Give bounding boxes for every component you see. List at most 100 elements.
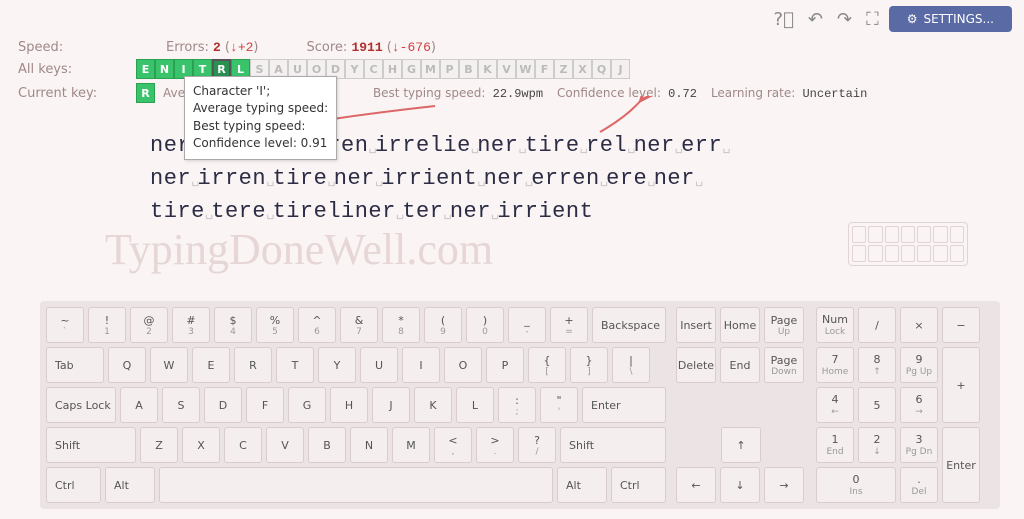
key-num7[interactable]: 7Home bbox=[816, 347, 854, 383]
key-punct[interactable]: :; bbox=[498, 387, 536, 423]
key-ctrl[interactable]: Ctrl bbox=[46, 467, 101, 503]
key-N[interactable]: N bbox=[350, 427, 388, 463]
fullscreen-icon[interactable]: ⛶ bbox=[862, 7, 883, 32]
key-chip-X[interactable]: X bbox=[573, 59, 592, 79]
help-icon[interactable]: ?⃝ bbox=[770, 7, 798, 32]
key-`[interactable]: ~` bbox=[46, 307, 84, 343]
key-home[interactable]: Home bbox=[720, 307, 760, 343]
key-=[interactable]: += bbox=[550, 307, 588, 343]
key-ctrl[interactable]: Ctrl bbox=[611, 467, 666, 503]
key-punct[interactable]: <, bbox=[434, 427, 472, 463]
key-shift[interactable]: Shift bbox=[560, 427, 666, 463]
key-chip-Z[interactable]: Z bbox=[554, 59, 573, 79]
key-enter[interactable]: Enter bbox=[582, 387, 666, 423]
key-chip-C[interactable]: C bbox=[364, 59, 383, 79]
key-2[interactable]: @2 bbox=[130, 307, 168, 343]
key-backspace[interactable]: Backspace bbox=[592, 307, 666, 343]
key-num1[interactable]: 1End bbox=[816, 427, 854, 463]
key-alt[interactable]: Alt bbox=[105, 467, 155, 503]
undo-icon[interactable]: ↶ bbox=[804, 7, 827, 32]
key-A[interactable]: A bbox=[120, 387, 158, 423]
key-S[interactable]: S bbox=[162, 387, 200, 423]
key-num6[interactable]: 6→ bbox=[900, 387, 938, 423]
key-Y[interactable]: Y bbox=[318, 347, 356, 383]
key-arrow-up[interactable]: ↑ bbox=[721, 427, 761, 463]
key-R[interactable]: R bbox=[234, 347, 272, 383]
key-0[interactable]: )0 bbox=[466, 307, 504, 343]
key-nummul[interactable]: × bbox=[900, 307, 938, 343]
key-chip-V[interactable]: V bbox=[497, 59, 516, 79]
key-chip-G[interactable]: G bbox=[402, 59, 421, 79]
key-num2[interactable]: 2↓ bbox=[858, 427, 896, 463]
key-bracket[interactable]: |\ bbox=[612, 347, 650, 383]
key-chip-F[interactable]: F bbox=[535, 59, 554, 79]
key-chip-K[interactable]: K bbox=[478, 59, 497, 79]
key-numdiv[interactable]: / bbox=[858, 307, 896, 343]
key-pageup[interactable]: PageUp bbox=[764, 307, 804, 343]
key-D[interactable]: D bbox=[204, 387, 242, 423]
key-chip-N[interactable]: N bbox=[155, 59, 174, 79]
key-bracket[interactable]: {[ bbox=[528, 347, 566, 383]
key-space[interactable] bbox=[159, 467, 553, 503]
key-E[interactable]: E bbox=[192, 347, 230, 383]
key-L[interactable]: L bbox=[456, 387, 494, 423]
settings-button[interactable]: ⚙ SETTINGS... bbox=[889, 6, 1012, 32]
key-W[interactable]: W bbox=[150, 347, 188, 383]
key-Q[interactable]: Q bbox=[108, 347, 146, 383]
key-F[interactable]: F bbox=[246, 387, 284, 423]
key-shift[interactable]: Shift bbox=[46, 427, 136, 463]
key-num3[interactable]: 3Pg Dn bbox=[900, 427, 938, 463]
key-delete[interactable]: Delete bbox=[676, 347, 716, 383]
key-4[interactable]: $4 bbox=[214, 307, 252, 343]
key-bracket[interactable]: }] bbox=[570, 347, 608, 383]
key-P[interactable]: P bbox=[486, 347, 524, 383]
key-chip-P[interactable]: P bbox=[440, 59, 459, 79]
key-B[interactable]: B bbox=[308, 427, 346, 463]
key-pagedown[interactable]: PageDown bbox=[764, 347, 804, 383]
key-num4[interactable]: 4← bbox=[816, 387, 854, 423]
key-C[interactable]: C bbox=[224, 427, 262, 463]
key-U[interactable]: U bbox=[360, 347, 398, 383]
key-punct[interactable]: >. bbox=[476, 427, 514, 463]
key-3[interactable]: #3 bbox=[172, 307, 210, 343]
key-chip-E[interactable]: E bbox=[136, 59, 155, 79]
key-num9[interactable]: 9Pg Up bbox=[900, 347, 938, 383]
key-punct[interactable]: ?/ bbox=[518, 427, 556, 463]
key-K[interactable]: K bbox=[414, 387, 452, 423]
key-numlock[interactable]: NumLock bbox=[816, 307, 854, 343]
key-chip-Y[interactable]: Y bbox=[345, 59, 364, 79]
key-T[interactable]: T bbox=[276, 347, 314, 383]
key-9[interactable]: (9 bbox=[424, 307, 462, 343]
key-num8[interactable]: 8↑ bbox=[858, 347, 896, 383]
key-8[interactable]: *8 bbox=[382, 307, 420, 343]
key-J[interactable]: J bbox=[372, 387, 410, 423]
key-insert[interactable]: Insert bbox=[676, 307, 716, 343]
key-chip-J[interactable]: J bbox=[611, 59, 630, 79]
key-V[interactable]: V bbox=[266, 427, 304, 463]
key-X[interactable]: X bbox=[182, 427, 220, 463]
key-7[interactable]: &7 bbox=[340, 307, 378, 343]
key-num5[interactable]: 5 bbox=[858, 387, 896, 423]
key-arrow-down[interactable]: ↓ bbox=[720, 467, 760, 503]
key-tab[interactable]: Tab bbox=[46, 347, 104, 383]
key-Z[interactable]: Z bbox=[140, 427, 178, 463]
key-chip-Q[interactable]: Q bbox=[592, 59, 611, 79]
key-num0[interactable]: 0Ins bbox=[816, 467, 896, 503]
key-5[interactable]: %5 bbox=[256, 307, 294, 343]
key-1[interactable]: !1 bbox=[88, 307, 126, 343]
key--[interactable]: _- bbox=[508, 307, 546, 343]
key-G[interactable]: G bbox=[288, 387, 326, 423]
key-numdec[interactable]: .Del bbox=[900, 467, 938, 503]
key-6[interactable]: ^6 bbox=[298, 307, 336, 343]
key-H[interactable]: H bbox=[330, 387, 368, 423]
key-numsub[interactable]: − bbox=[942, 307, 980, 343]
key-end[interactable]: End bbox=[720, 347, 760, 383]
key-alt[interactable]: Alt bbox=[557, 467, 607, 503]
key-chip-M[interactable]: M bbox=[421, 59, 440, 79]
key-arrow-left[interactable]: ← bbox=[676, 467, 716, 503]
key-chip-H[interactable]: H bbox=[383, 59, 402, 79]
key-arrow-right[interactable]: → bbox=[764, 467, 804, 503]
key-M[interactable]: M bbox=[392, 427, 430, 463]
key-chip-W[interactable]: W bbox=[516, 59, 535, 79]
key-I[interactable]: I bbox=[402, 347, 440, 383]
